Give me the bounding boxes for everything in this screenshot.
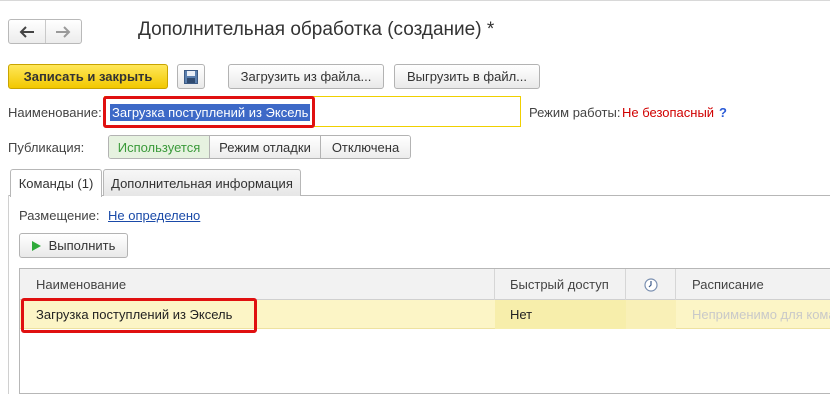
back-button[interactable]	[9, 20, 45, 43]
play-icon	[31, 240, 41, 251]
cell-schedule: Неприменимо для команд	[692, 307, 830, 322]
unload-to-file-button[interactable]: Выгрузить в файл...	[394, 64, 540, 89]
run-button-label: Выполнить	[48, 238, 116, 253]
publication-label: Публикация:	[8, 140, 85, 155]
publication-option-disabled[interactable]: Отключена	[320, 136, 410, 158]
publication-option-debug[interactable]: Режим отладки	[209, 136, 320, 158]
highlight-box-name	[103, 96, 315, 128]
load-from-file-button[interactable]: Загрузить из файла...	[228, 64, 384, 89]
table-header: Наименование Быстрый доступ Расписание	[20, 269, 830, 300]
publication-switch: Используется Режим отладки Отключена	[108, 135, 411, 159]
clock-icon	[643, 277, 658, 292]
column-header-quick-access[interactable]: Быстрый доступ	[495, 269, 626, 300]
floppy-disk-icon	[184, 69, 198, 84]
save-button[interactable]	[177, 64, 205, 89]
window-top-border	[0, 0, 830, 1]
column-header-schedule[interactable]: Расписание	[676, 269, 830, 300]
mode-help-link[interactable]: ?	[719, 105, 727, 120]
placement-label: Размещение:	[19, 208, 100, 223]
tab-additional-info[interactable]: Дополнительная информация	[103, 169, 301, 196]
cell-clock	[626, 300, 676, 329]
navigation-buttons	[8, 19, 82, 44]
arrow-right-icon	[56, 25, 71, 38]
mode-label: Режим работы:	[529, 105, 621, 120]
placement-link[interactable]: Не определено	[108, 208, 200, 223]
tab-commands[interactable]: Команды (1)	[10, 169, 102, 197]
publication-option-used[interactable]: Используется	[109, 136, 209, 158]
save-and-close-button[interactable]: Записать и закрыть	[8, 64, 168, 89]
column-header-name[interactable]: Наименование	[20, 269, 495, 300]
highlight-box-row	[21, 298, 257, 333]
run-button[interactable]: Выполнить	[19, 233, 128, 258]
forward-button[interactable]	[44, 20, 82, 43]
tab-panel-border	[8, 195, 9, 394]
column-header-clock[interactable]	[626, 269, 676, 300]
page-title: Дополнительная обработка (создание) *	[138, 19, 495, 40]
mode-value: Не безопасный	[622, 105, 715, 120]
arrow-left-icon	[19, 25, 34, 38]
cell-quick-access: Нет	[495, 300, 626, 329]
name-label: Наименование:	[8, 105, 102, 120]
